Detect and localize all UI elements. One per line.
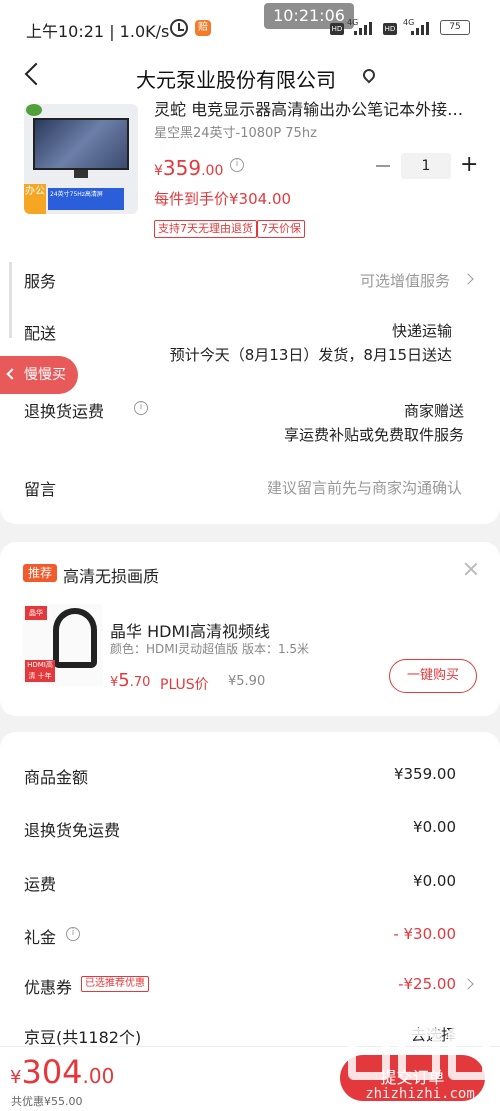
return-label: 退换货运费 [24, 402, 105, 421]
recommend-tag: 推荐 [23, 564, 57, 582]
status-time: 上午10:21 | 1.0K/s [26, 22, 170, 41]
badge-icon [26, 104, 42, 116]
recommend-price: ¥5.70 [110, 670, 151, 691]
summary-value: ¥0.00 [413, 872, 456, 890]
quantity-input[interactable]: 1 [401, 153, 451, 179]
slow-buy-label: 慢慢买 [24, 367, 66, 383]
summary-label: 退换货免运费 [24, 821, 121, 840]
chevron-left-icon [6, 368, 18, 380]
total-price: ¥304.00 [10, 1053, 115, 1091]
quantity-plus-button[interactable]: + [460, 154, 478, 176]
signal-group-1: HD 4G [330, 18, 380, 36]
signal-bars-icon [354, 21, 376, 35]
summary-label: 京豆(共1182个) [24, 1028, 142, 1047]
watermark-text: zhizhizhi.com [365, 1086, 475, 1102]
chevron-right-icon[interactable] [462, 273, 474, 285]
price-protect-tag: 7天价保 [257, 220, 305, 238]
header: 大元泵业股份有限公司 [0, 56, 500, 100]
summary-label: 优惠券 [24, 978, 73, 997]
battery-icon: 75 [440, 20, 470, 35]
signal-bars-icon [411, 21, 433, 35]
product-spec[interactable]: 星空黑24英寸-1080P 75hz [154, 122, 317, 141]
return-line2: 享运费补贴或免费取件服务 [283, 426, 464, 444]
hd-icon: HD [330, 23, 344, 35]
recommend-spec: 颜色：HDMI灵动超值版 版本：1.5米 [110, 642, 310, 656]
return-policy-tag: 支持7天无理由退货 [154, 220, 257, 238]
divider [9, 262, 12, 338]
watermark: zhizhizhi.com [340, 1022, 500, 1111]
note-label: 留言 [24, 480, 57, 499]
signal-group-2: HD 4G [383, 18, 438, 36]
image-tag: 办公 [24, 184, 46, 214]
product-title[interactable]: 灵蛇 电竞显示器高清输出办公笔记本外接… [154, 100, 479, 120]
summary-value: - ¥30.00 [393, 925, 456, 943]
service-label: 服务 [24, 272, 57, 291]
close-icon[interactable] [464, 562, 478, 576]
image-spec: 24英寸75Hz高清屏 [48, 188, 124, 210]
slow-buy-button[interactable]: 慢慢买 [0, 356, 78, 394]
app-notification-icon: 赔 [195, 20, 211, 36]
delivery-method[interactable]: 快递运输 [392, 320, 452, 341]
price-info-icon[interactable]: i [230, 158, 244, 172]
summary-label: 运费 [24, 875, 57, 894]
product-card: 办公 24英寸75Hz高清屏 灵蛇 电竞显示器高清输出办公笔记本外接… 星空黑2… [0, 100, 500, 524]
recommend-product-image[interactable]: 晶华 HDMI高清 十年换新 [23, 604, 103, 686]
summary-label: 礼金 [24, 928, 57, 947]
recommend-title: 高清无损画质 [63, 567, 160, 586]
return-line1: 商家赠送 [403, 402, 464, 420]
hd-icon: HD [383, 23, 397, 35]
alarm-clock-icon [170, 19, 188, 37]
summary-value: ¥359.00 [393, 765, 456, 783]
plus-price-label: PLUS价 [160, 677, 209, 693]
note-input[interactable]: 建议留言前先与商家沟通确认 [267, 477, 462, 498]
recommend-card: 推荐 高清无损画质 晶华 HDMI高清 十年换新 晶华 HDMI高清视频线 颜色… [0, 542, 500, 716]
quantity-minus-button[interactable] [376, 165, 390, 167]
delivery-eta: 预计今天（8月13日）发货，8月15日送达 [169, 346, 452, 364]
final-price: 每件到手价¥304.00 [154, 190, 292, 208]
summary-value[interactable]: -¥25.00 [398, 975, 456, 993]
recommend-name[interactable]: 晶华 HDMI高清视频线 [110, 618, 270, 642]
coupon-tag: 已选推荐优惠 [81, 976, 149, 992]
monitor-image [33, 118, 129, 170]
return-info-icon[interactable]: i [134, 401, 148, 415]
delivery-label: 配送 [24, 324, 57, 343]
original-price: ¥5.90 [228, 674, 266, 689]
total-discount: 共优惠¥55.00 [11, 1095, 83, 1108]
summary-value: ¥0.00 [413, 818, 456, 836]
product-image[interactable]: 办公 24英寸75Hz高清屏 [24, 104, 138, 214]
product-price: ¥359.00 [154, 156, 224, 180]
service-value[interactable]: 可选增值服务 [360, 270, 450, 291]
one-click-buy-button[interactable]: 一键购买 [389, 659, 477, 693]
status-bar: 上午10:21 | 1.0K/s 赔 10:21:06 HD 4G HD 4G … [0, 0, 500, 56]
page-title: 大元泵业股份有限公司 [136, 68, 336, 92]
summary-label: 商品金额 [24, 768, 89, 787]
gift-info-icon[interactable]: i [66, 927, 80, 941]
